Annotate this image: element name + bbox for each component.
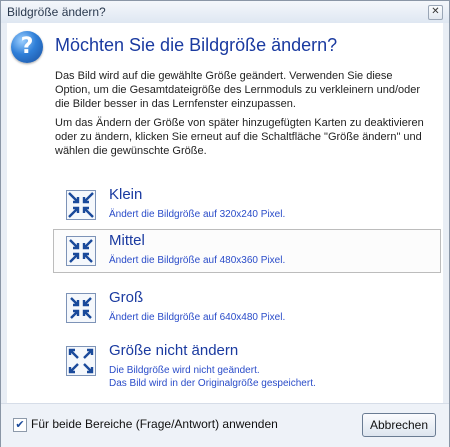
option-mittel[interactable]: Mittel Ändert die Bildgröße auf 480x360 …	[53, 229, 441, 273]
option-description-line-1: Die Bildgröße wird nicht geändert.	[109, 365, 260, 376]
option-description: Die Bildgröße wird nicht geändert. Das B…	[109, 364, 316, 390]
option-description: Ändert die Bildgröße auf 640x480 Pixel.	[109, 312, 286, 323]
option-gross[interactable]: Groß Ändert die Bildgröße auf 640x480 Pi…	[53, 286, 441, 330]
option-title: Mittel	[109, 232, 145, 249]
shrink-arrows-icon	[66, 293, 96, 323]
shrink-arrows-icon	[66, 236, 96, 266]
close-icon[interactable]: ✕	[428, 5, 443, 20]
dialog-heading: Möchten Sie die Bildgröße ändern?	[55, 35, 338, 55]
option-keep-size[interactable]: Größe nicht ändern Die Bildgröße wird ni…	[53, 339, 441, 393]
option-description: Ändert die Bildgröße auf 480x360 Pixel.	[109, 255, 286, 266]
shrink-arrows-icon	[66, 190, 96, 220]
apply-both-label[interactable]: Für beide Bereiche (Frage/Antwort) anwen…	[31, 417, 278, 431]
option-title: Klein	[109, 186, 143, 203]
option-description-line-2: Das Bild wird in der Originalgröße gespe…	[109, 378, 316, 389]
expand-arrows-icon	[66, 346, 96, 376]
question-icon: ?	[11, 31, 43, 63]
dialog-footer: ✔ Für beide Bereiche (Frage/Antwort) anw…	[1, 403, 449, 447]
option-title: Größe nicht ändern	[109, 342, 239, 359]
window-title: Bildgröße ändern?	[7, 5, 106, 19]
dialog-window: Bildgröße ändern? ✕ ? Möchten Sie die Bi…	[0, 0, 450, 447]
option-title: Groß	[109, 289, 144, 306]
description-paragraph-2: Um das Ändern der Größe von später hinzu…	[55, 117, 424, 157]
option-description: Ändert die Bildgröße auf 320x240 Pixel.	[109, 209, 286, 220]
apply-both-checkbox[interactable]: ✔	[13, 418, 27, 432]
cancel-button[interactable]: Abbrechen	[362, 413, 436, 437]
option-klein[interactable]: Klein Ändert die Bildgröße auf 320x240 P…	[53, 183, 441, 227]
title-bar: Bildgröße ändern? ✕	[1, 1, 449, 23]
dialog-content: ? Möchten Sie die Bildgröße ändern? Das …	[7, 23, 443, 403]
description-paragraph-1: Das Bild wird auf die gewählte Größe geä…	[55, 70, 421, 110]
